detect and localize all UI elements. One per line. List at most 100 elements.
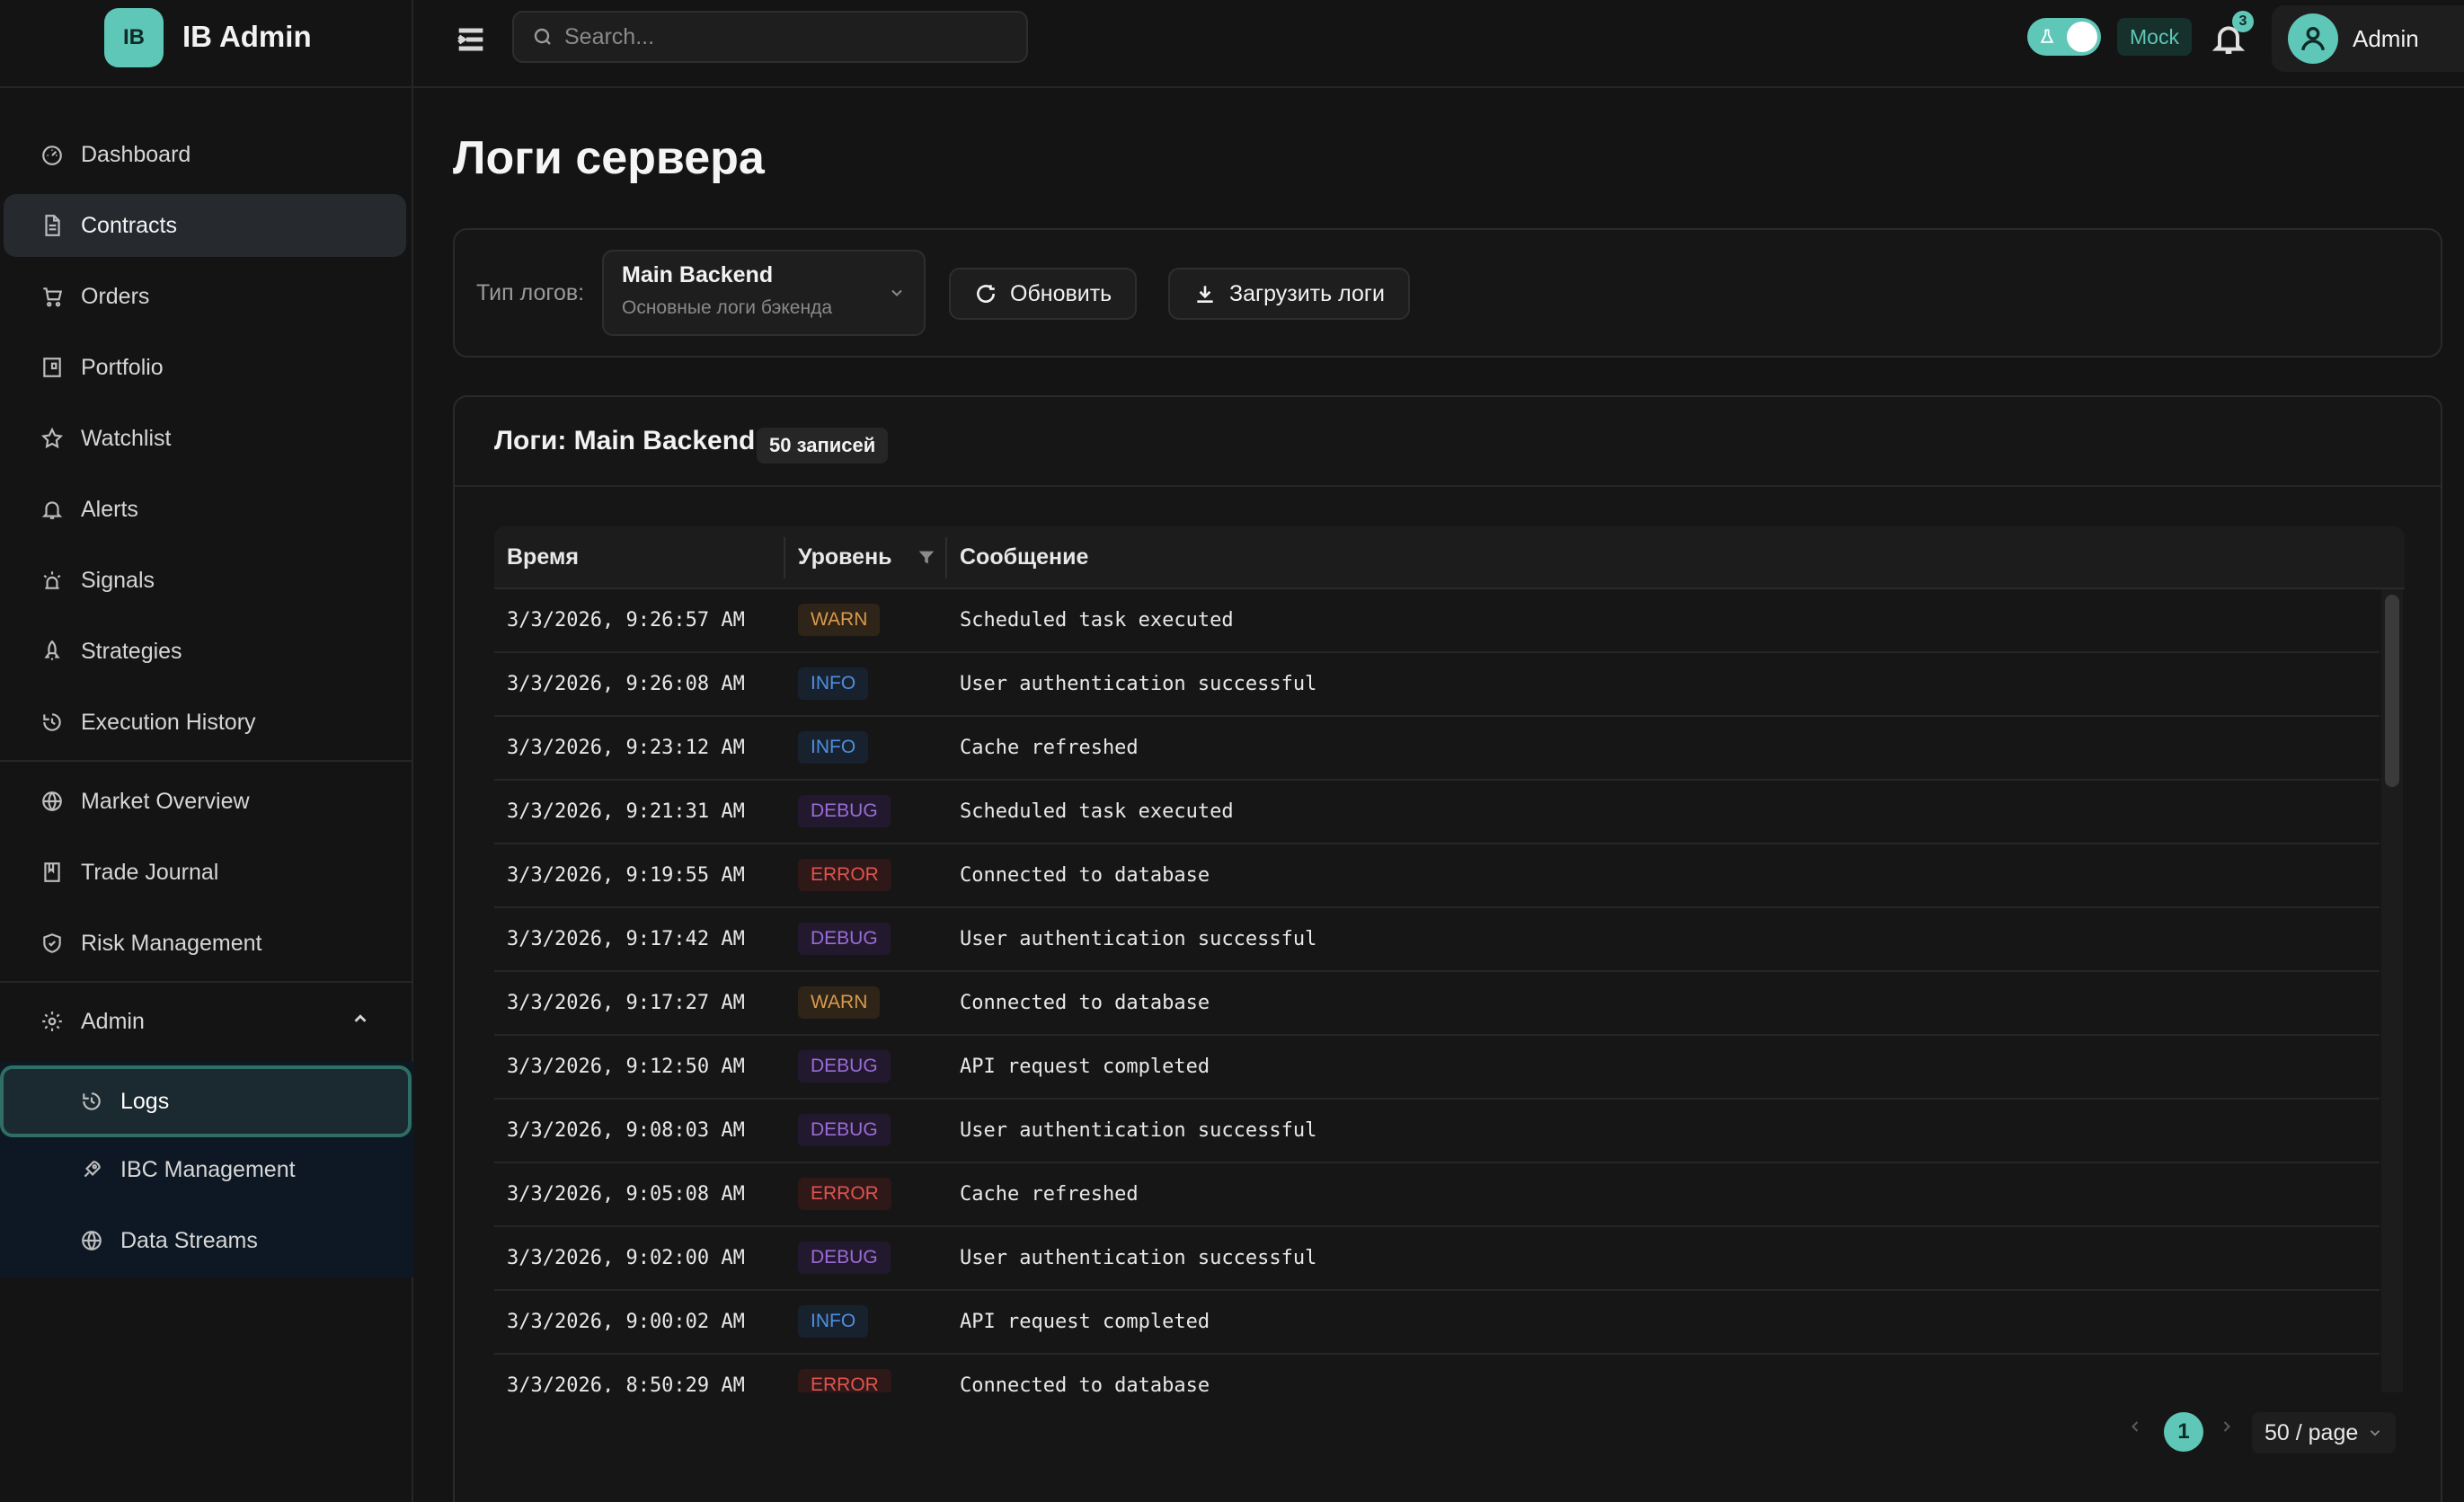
table-row[interactable]: 3/3/2026, 9:26:08 AM INFO User authenticat…	[494, 653, 2380, 717]
gear-icon	[40, 1009, 65, 1034]
mock-mode-toggle[interactable]	[2027, 18, 2101, 56]
sidebar-item-label: Execution History	[81, 709, 256, 735]
search-input[interactable]	[564, 23, 996, 50]
table-row[interactable]: 3/3/2026, 9:21:31 AM DEBUG Scheduled task …	[494, 781, 2380, 844]
sidebar-item-logs[interactable]: Logs	[0, 1065, 412, 1137]
column-header-level[interactable]: Уровень	[798, 544, 892, 570]
log-level-badge: DEBUG	[798, 1050, 891, 1082]
table-row[interactable]: 3/3/2026, 9:17:27 AM WARN Connected to dat…	[494, 972, 2380, 1036]
table-body: 3/3/2026, 9:26:57 AM WARN Scheduled task e…	[494, 589, 2380, 1392]
logs-card-header: Логи: Main Backend 50 записей	[455, 397, 2441, 487]
page-size-select[interactable]: 50 / page	[2252, 1412, 2397, 1453]
sidebar-item-risk-management[interactable]: Risk Management	[4, 912, 406, 975]
select-description: Основные логи бэкенда	[622, 297, 833, 318]
log-type-select[interactable]: Main Backend Основные логи бэкенда	[602, 250, 926, 336]
avatar	[2288, 13, 2338, 64]
filter-icon[interactable]	[917, 548, 936, 572]
search-field[interactable]	[512, 11, 1028, 63]
column-header-time[interactable]: Время	[507, 544, 579, 570]
table-row[interactable]: 3/3/2026, 9:00:02 AM INFO API request comp…	[494, 1291, 2380, 1355]
log-time: 3/3/2026, 9:05:08 AM	[507, 1183, 745, 1206]
chevron-up-icon	[350, 1009, 370, 1035]
page-number-current[interactable]: 1	[2164, 1412, 2203, 1452]
log-level-badge: DEBUG	[798, 795, 891, 827]
sidebar-item-dashboard[interactable]: Dashboard	[4, 123, 406, 186]
book-icon	[40, 860, 65, 885]
globe-icon	[79, 1228, 104, 1253]
filter-card: Тип логов: Main Backend Основные логи бэ…	[453, 228, 2442, 358]
log-time: 3/3/2026, 9:26:57 AM	[507, 609, 745, 632]
sidebar-item-market-overview[interactable]: Market Overview	[4, 770, 406, 833]
scrollbar-thumb[interactable]	[2385, 595, 2399, 787]
table-row[interactable]: 3/3/2026, 9:08:03 AM DEBUG User authentica…	[494, 1100, 2380, 1163]
table-row[interactable]: 3/3/2026, 9:17:42 AM DEBUG User authentica…	[494, 908, 2380, 972]
menu-toggle-icon[interactable]	[453, 22, 492, 61]
sidebar-item-strategies[interactable]: Strategies	[4, 620, 406, 683]
next-page-icon[interactable]	[2218, 1418, 2236, 1440]
brand: IB IB Admin	[0, 0, 412, 88]
log-message: API request completed	[960, 1311, 1210, 1333]
log-time: 3/3/2026, 8:50:29 AM	[507, 1374, 745, 1392]
page-title: Логи сервера	[453, 132, 765, 184]
refresh-button[interactable]: Обновить	[949, 268, 1138, 320]
prev-page-icon[interactable]	[2126, 1418, 2144, 1440]
sidebar-item-label: Market Overview	[81, 788, 250, 814]
log-level-badge: INFO	[798, 731, 869, 764]
log-message: User authentication successful	[960, 1119, 1317, 1142]
search-icon	[534, 28, 551, 45]
sidebar-item-ibc-management[interactable]: IBC Management	[4, 1138, 406, 1201]
log-time: 3/3/2026, 9:17:27 AM	[507, 992, 745, 1014]
user-menu[interactable]: Admin	[2272, 5, 2464, 72]
history-icon	[79, 1089, 104, 1114]
sidebar-item-contracts[interactable]: Contracts	[4, 194, 406, 257]
column-separator	[784, 537, 785, 579]
table-row[interactable]: 3/3/2026, 9:26:57 AM WARN Scheduled task e…	[494, 589, 2380, 653]
table-row[interactable]: 3/3/2026, 9:02:00 AM DEBUG User authentica…	[494, 1227, 2380, 1291]
brand-logo[interactable]: IB	[104, 8, 164, 67]
sidebar-item-label: Admin	[81, 1008, 145, 1034]
mode-badge: Mock	[2117, 18, 2192, 56]
bell-icon	[40, 497, 65, 522]
sidebar-item-execution-history[interactable]: Execution History	[4, 691, 406, 754]
log-time: 3/3/2026, 9:17:42 AM	[507, 928, 745, 950]
sidebar-item-alerts[interactable]: Alerts	[4, 478, 406, 541]
chevron-down-icon	[2371, 1430, 2380, 1436]
table-row[interactable]: 3/3/2026, 9:12:50 AM DEBUG API request com…	[494, 1036, 2380, 1100]
table-row[interactable]: 3/3/2026, 9:05:08 AM ERROR Cache refreshed	[494, 1163, 2380, 1227]
chevron-down-icon	[888, 284, 906, 306]
table-row[interactable]: 3/3/2026, 8:50:29 AM ERROR Connected to da…	[494, 1355, 2380, 1392]
table-row[interactable]: 3/3/2026, 9:23:12 AM INFO Cache refreshed	[494, 717, 2380, 781]
log-message: User authentication successful	[960, 1247, 1317, 1269]
user-icon	[2300, 26, 2326, 51]
sidebar-item-data-streams[interactable]: Data Streams	[4, 1209, 406, 1272]
page-size-value: 50 / page	[2265, 1419, 2359, 1445]
sidebar-item-label: IBC Management	[120, 1156, 296, 1182]
column-header-message[interactable]: Сообщение	[960, 544, 1088, 570]
log-time: 3/3/2026, 9:26:08 AM	[507, 673, 745, 695]
sidebar-item-watchlist[interactable]: Watchlist	[4, 407, 406, 470]
log-time: 3/3/2026, 9:23:12 AM	[507, 737, 745, 759]
globe-icon	[40, 789, 65, 814]
sidebar-item-signals[interactable]: Signals	[4, 549, 406, 612]
log-level-badge: ERROR	[798, 1178, 891, 1210]
rocket-icon	[79, 1157, 104, 1182]
sidebar-item-trade-journal[interactable]: Trade Journal	[4, 841, 406, 904]
brand-name[interactable]: IB Admin	[182, 20, 312, 54]
logs-card: Логи: Main Backend 50 записей Время Уров…	[453, 395, 2442, 1502]
sidebar-item-admin[interactable]: Admin	[4, 990, 406, 1053]
log-message: Connected to database	[960, 864, 1210, 887]
sidebar-item-orders[interactable]: Orders	[4, 265, 406, 328]
toggle-knob	[2067, 22, 2097, 52]
sidebar: IB IB Admin Dashboard Contracts Orders P…	[0, 0, 413, 1502]
download-logs-button[interactable]: Загрузить логи	[1168, 268, 1410, 320]
history-icon	[40, 710, 65, 735]
table-row[interactable]: 3/3/2026, 9:19:55 AM ERROR Connected to da…	[494, 844, 2380, 908]
log-level-badge: ERROR	[798, 859, 891, 891]
sidebar-item-portfolio[interactable]: Portfolio	[4, 336, 406, 399]
log-time: 3/3/2026, 9:00:02 AM	[507, 1311, 745, 1333]
table-scrollbar[interactable]	[2381, 589, 2403, 1392]
file-icon	[40, 213, 65, 238]
select-value: Main Backend	[622, 262, 774, 287]
star-icon	[40, 426, 65, 451]
sidebar-item-label: Watchlist	[81, 425, 172, 451]
